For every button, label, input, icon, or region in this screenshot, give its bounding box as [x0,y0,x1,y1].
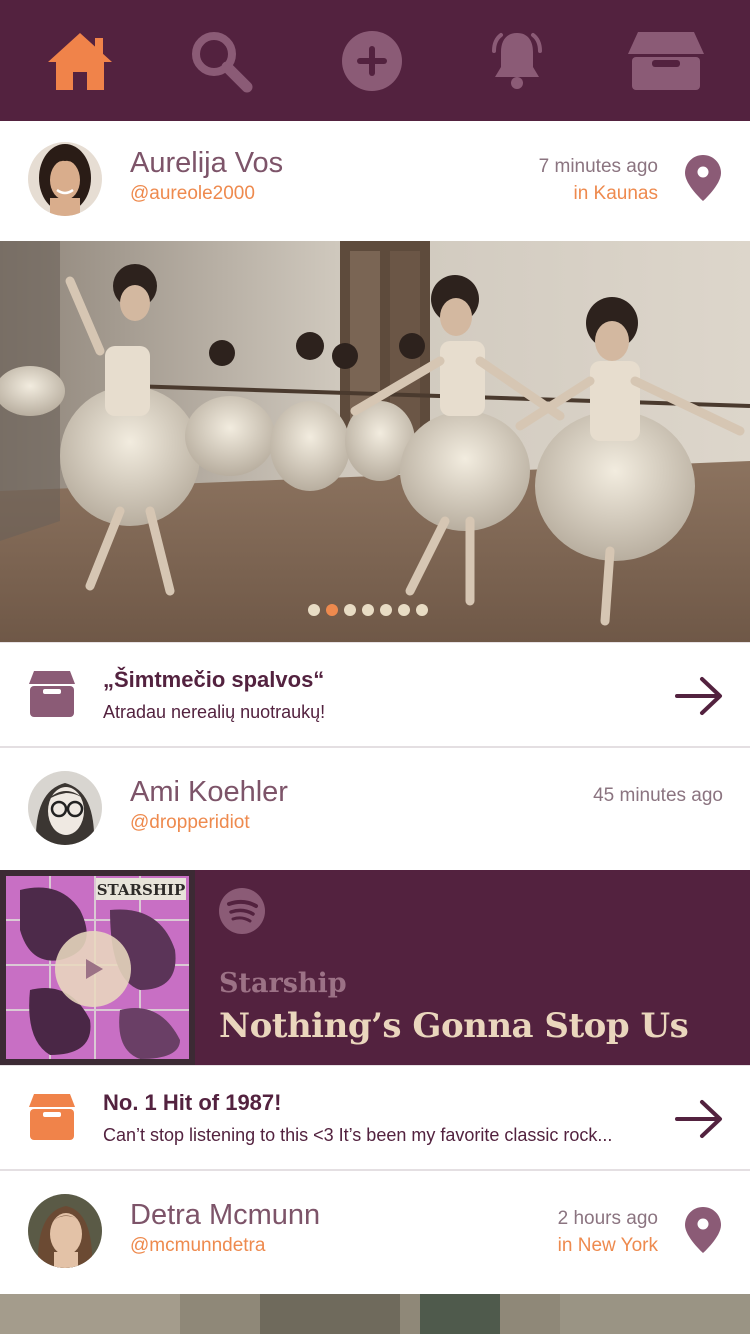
carousel-dot[interactable] [344,604,356,616]
collection-link-row[interactable]: „Šimtmečio spalvos“ Atradau nerealių nuo… [0,642,750,748]
bell-icon [492,32,542,89]
top-navigation-bar [0,0,750,121]
collection-description: Can’t stop listening to this <3 It’s bee… [103,1125,613,1145]
location-pin-icon[interactable] [684,1206,722,1254]
post-photo[interactable] [0,241,750,642]
album-cover[interactable]: STARSHIP [0,870,195,1065]
post-time: 2 hours ago [557,1208,658,1229]
nav-search-button[interactable] [186,0,256,121]
spotify-icon[interactable] [218,887,266,935]
box-icon [29,671,75,717]
author-handle[interactable]: @aureole2000 [130,183,255,205]
track-title: Nothing’s Gonna Stop Us [219,1006,689,1046]
collection-link-row[interactable]: No. 1 Hit of 1987! Can’t stop listening … [0,1065,750,1171]
post-location[interactable]: in Kaunas [573,183,658,205]
ballet-class-image [0,241,750,642]
post-header: Ami Koehler @dropperidiot 45 minutes ago [0,750,750,870]
carousel-dot-active[interactable] [326,604,338,616]
nav-create-button[interactable] [340,0,404,121]
author-name[interactable]: Detra Mcmunn [130,1199,320,1232]
carousel-indicator [308,604,428,616]
author-handle[interactable]: @dropperidiot [130,812,250,834]
play-button[interactable] [55,931,131,1007]
author-handle[interactable]: @mcmunndetra [130,1235,265,1257]
carousel-dot[interactable] [308,604,320,616]
search-icon [192,31,253,92]
box-icon [628,31,704,90]
author-name[interactable]: Aurelija Vos [130,147,283,180]
post-time: 45 minutes ago [593,785,723,806]
post-location[interactable]: in New York [558,1235,658,1257]
home-icon [48,32,112,90]
avatar[interactable] [28,142,102,216]
nav-collections-button[interactable] [624,0,708,121]
play-icon [86,959,103,979]
post-photo[interactable] [0,1294,750,1334]
avatar[interactable] [28,1194,102,1268]
post-header: Aurelija Vos @aureole2000 7 minutes ago … [0,121,750,241]
collection-title: No. 1 Hit of 1987! [103,1090,282,1115]
author-name[interactable]: Ami Koehler [130,776,288,809]
carousel-dot[interactable] [416,604,428,616]
location-pin-icon[interactable] [684,154,722,202]
album-title: STARSHIP [97,881,186,899]
carousel-dot[interactable] [380,604,392,616]
arrow-right-icon[interactable] [674,676,724,716]
post-header: Detra Mcmunn @mcmunndetra 2 hours ago in… [0,1173,750,1294]
nav-home-button[interactable] [40,0,120,121]
collection-title: „Šimtmečio spalvos“ [103,667,325,692]
artist-name: Starship [219,968,347,999]
avatar[interactable] [28,771,102,845]
carousel-dot[interactable] [398,604,410,616]
spotify-track-card[interactable]: STARSHIP Starship Nothing’s Gonna Stop U… [0,870,750,1065]
plus-circle-icon [342,30,402,91]
arrow-right-icon[interactable] [674,1099,724,1139]
collection-description: Atradau nerealių nuotraukų! [103,702,326,722]
carousel-dot[interactable] [362,604,374,616]
nav-notifications-button[interactable] [484,0,550,121]
box-icon [29,1094,75,1140]
post-time: 7 minutes ago [538,156,658,177]
